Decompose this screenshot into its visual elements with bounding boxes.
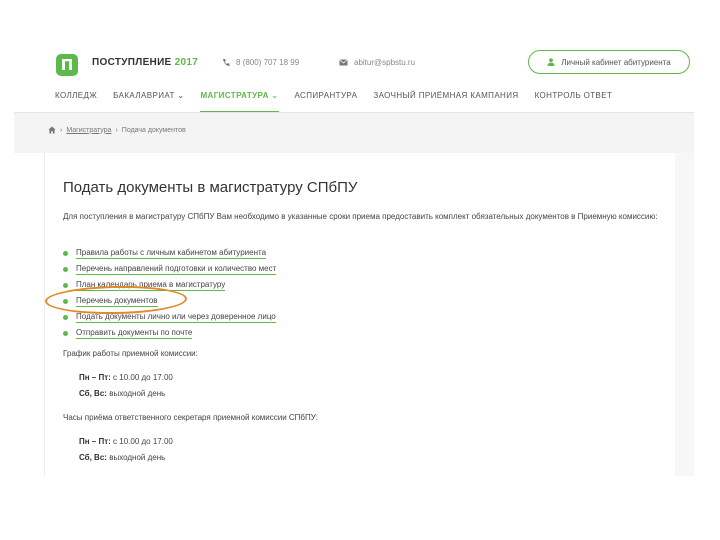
link-submit-by-mail[interactable]: Отправить документы по почте	[76, 328, 193, 339]
nav-item-college[interactable]: КОЛЛЕДЖ	[55, 91, 97, 105]
user-icon	[547, 58, 555, 66]
schedule-weekend: Сб, Вс: выходной день	[79, 389, 165, 398]
cabinet-button-label: Личный кабинет абитуриента	[561, 57, 671, 67]
schedule-hours: выходной день	[109, 453, 166, 462]
bullet-icon	[63, 330, 68, 336]
link-cabinet-rules[interactable]: Правила работы с личным кабинетом абитур…	[76, 248, 267, 259]
schedule-hours: с 10.00 до 17.00	[113, 373, 173, 382]
breadcrumb-master[interactable]: Магистратура	[66, 127, 111, 134]
main-nav: КОЛЛЕДЖ БАКАЛАВРИАТ ⌄ МАГИСТРАТУРА ⌄ АСП…	[55, 91, 628, 113]
bullet-icon	[63, 282, 68, 288]
nav-item-master[interactable]: МАГИСТРАТУРА ⌄	[200, 91, 279, 113]
page-title: Подать документы в магистратуру СПбПУ	[63, 179, 358, 196]
brand-title[interactable]: ПОСТУПЛЕНИЕ 2017	[92, 57, 198, 68]
email-address: abitur@spbstu.ru	[354, 58, 416, 67]
schedule-hours: с 10.00 до 17.00	[113, 437, 173, 446]
mail-icon	[339, 59, 348, 66]
content-area: Подать документы в магистратуру СПбПУ Дл…	[44, 153, 694, 476]
email-contact[interactable]: abitur@spbstu.ru	[339, 58, 415, 67]
bullet-icon	[63, 250, 68, 256]
nav-item-campaign[interactable]: ЗАОЧНЫЙ ПРИЁМНАЯ КАМПАНИЯ	[373, 91, 518, 105]
secretary-weekend: Сб, Вс: выходной день	[79, 453, 165, 462]
phone-number: 8 (800) 707 18 99	[236, 58, 300, 67]
list-item: Отправить документы по почте	[63, 325, 276, 341]
secretary-schedule-heading: Часы приёма ответственного секретаря при…	[63, 413, 318, 422]
link-directions[interactable]: Перечень направлений подготовки и количе…	[76, 264, 277, 275]
bullet-icon	[63, 314, 68, 320]
content-card: Подать документы в магистратуру СПбПУ Дл…	[44, 153, 675, 476]
breadcrumb-separator: ›	[115, 126, 118, 134]
phone-icon	[223, 59, 230, 66]
secretary-weekdays: Пн – Пт: с 10.00 до 17.00	[79, 437, 173, 446]
schedule-days: Пн – Пт:	[79, 373, 111, 382]
brand-name: ПОСТУПЛЕНИЕ	[92, 57, 172, 68]
breadcrumb-current: Подача документов	[121, 126, 186, 134]
bullet-icon	[63, 266, 68, 272]
list-item: Правила работы с личным кабинетом абитур…	[63, 245, 276, 261]
breadcrumb: › Магистратура › Подача документов	[48, 126, 186, 134]
schedule-days: Пн – Пт:	[79, 437, 111, 446]
schedule-hours: выходной день	[109, 389, 166, 398]
nav-item-postgraduate[interactable]: АСПИРАНТУРА	[295, 91, 358, 105]
brand-year: 2017	[174, 57, 199, 68]
schedule-days: Сб, Вс:	[79, 389, 107, 398]
schedule-days: Сб, Вс:	[79, 453, 107, 462]
home-icon[interactable]	[48, 126, 56, 134]
intro-text: Для поступления в магистратуру СПбПУ Вам…	[63, 212, 658, 221]
page: П ПОСТУПЛЕНИЕ 2017 8 (800) 707 18 99 abi…	[14, 44, 694, 476]
list-item: Перечень направлений подготовки и количе…	[63, 261, 277, 277]
schedule-weekdays: Пн – Пт: с 10.00 до 17.00	[79, 373, 173, 382]
cabinet-button[interactable]: Личный кабинет абитуриента	[528, 50, 690, 74]
phone-contact[interactable]: 8 (800) 707 18 99	[222, 58, 299, 67]
schedule-heading: График работы приемной комиссии:	[63, 349, 198, 358]
logo-icon[interactable]: П	[56, 54, 78, 76]
breadcrumb-separator: ›	[60, 126, 63, 134]
nav-item-control[interactable]: КОНТРОЛЬ ОТВЕТ	[535, 91, 613, 105]
nav-item-bachelor[interactable]: БАКАЛАВРИАТ ⌄	[113, 91, 184, 105]
